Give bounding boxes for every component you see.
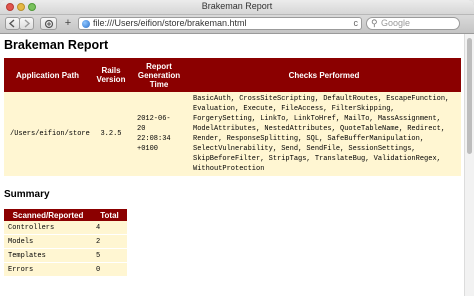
back-button[interactable] (5, 17, 20, 30)
table-row: Controllers 4 (4, 221, 127, 235)
page-title: Brakeman Report (4, 38, 109, 52)
report-time-cell: 2012-06- 20 22:08:34 +0100 (131, 92, 187, 176)
header-application-path: Application Path (4, 58, 91, 92)
title-bar: Brakeman Report (0, 0, 474, 15)
browser-window: Brakeman Report + file:///Users/eifion/s… (0, 0, 474, 296)
back-arrow-icon (8, 19, 15, 28)
table-row: Models 2 (4, 234, 127, 249)
window-title: Brakeman Report (201, 1, 273, 11)
report-time-line: 2012-06- (137, 115, 171, 123)
summary-total: 2 (92, 234, 127, 249)
puzzle-icon (44, 19, 53, 29)
summary-label: Errors (4, 262, 92, 277)
search-placeholder[interactable]: Google (381, 18, 410, 29)
table-row: Errors 0 (4, 262, 127, 277)
summary-total: 0 (92, 262, 127, 277)
search-icon: ⚲ (371, 18, 378, 28)
header-rails-version: Rails Version (91, 58, 131, 92)
vertical-scrollbar[interactable] (464, 34, 474, 296)
summary-table: Scanned/Reported Total Controllers 4 Mod… (4, 209, 127, 277)
rails-version-cell: 3.2.5 (91, 92, 131, 176)
header-report-time: Report Generation Time (131, 58, 187, 92)
header-checks-performed: Checks Performed (187, 58, 461, 92)
report-time-line: 20 (137, 125, 146, 133)
search-field[interactable]: ⚲ Google (366, 17, 460, 30)
summary-total: 5 (92, 248, 127, 263)
report-time-line: 22:08:34 (137, 135, 171, 143)
scan-info-table: Application Path Rails Version Report Ge… (4, 58, 461, 176)
scrollbar-thumb[interactable] (467, 38, 472, 154)
table-row: /Users/eifion/store 3.2.5 2012-06- 20 22… (4, 92, 461, 176)
report-time-line: +0100 (137, 145, 159, 153)
globe-icon (82, 20, 90, 28)
url-text[interactable]: file:///Users/eifion/store/brakeman.html (93, 18, 247, 29)
checks-performed-cell: BasicAuth, CrossSiteScripting, DefaultRo… (187, 92, 461, 176)
header-scanned-reported: Scanned/Reported (4, 209, 92, 221)
table-row: Templates 5 (4, 248, 127, 263)
summary-label: Models (4, 234, 92, 249)
browser-toolbar: + file:///Users/eifion/store/brakeman.ht… (0, 15, 474, 34)
application-path-cell: /Users/eifion/store (4, 92, 91, 176)
summary-label: Controllers (4, 221, 92, 235)
summary-total: 4 (92, 221, 127, 235)
header-total: Total (92, 209, 127, 221)
address-bar[interactable]: file:///Users/eifion/store/brakeman.html… (78, 17, 362, 30)
extensions-button[interactable] (40, 17, 57, 30)
forward-arrow-icon (24, 19, 31, 28)
summary-heading: Summary (4, 189, 50, 200)
forward-button[interactable] (19, 17, 34, 30)
new-tab-button[interactable]: + (61, 17, 75, 30)
page-content: Brakeman Report Application Path Rails V… (0, 34, 464, 296)
reload-icon[interactable]: c (354, 18, 359, 29)
summary-label: Templates (4, 248, 92, 263)
